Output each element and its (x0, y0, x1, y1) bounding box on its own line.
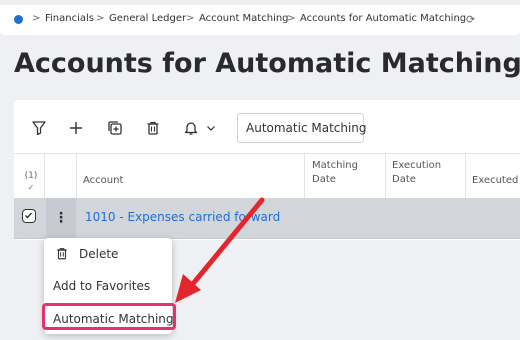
menu-item-delete[interactable]: Delete (44, 240, 172, 268)
highlight-box (42, 303, 176, 330)
chevron-right-icon: > (186, 13, 195, 24)
bell-icon[interactable] (182, 118, 200, 138)
table-header: (1) ✓ Account Matching Date Execution Da… (14, 153, 520, 199)
row-actions-button[interactable]: ⋮ (46, 198, 76, 238)
breadcrumb-item-account-matching[interactable]: Account Matching (199, 13, 289, 24)
chevron-right-icon: > (96, 13, 105, 24)
table-row[interactable]: ⋮ 1010 - Expenses carried forward (14, 198, 520, 239)
menu-item-add-to-favorites-label: Add to Favorites (53, 279, 151, 293)
breadcrumb-item-financials[interactable]: Financials (45, 13, 94, 24)
trash-icon (55, 246, 69, 264)
column-header-execution-date-line1: Execution (392, 160, 442, 171)
column-divider (304, 154, 305, 199)
column-divider (385, 154, 386, 199)
breadcrumb: > Financials > General Ledger > Account … (0, 5, 520, 35)
column-header-matching-date-line2: Date (312, 174, 336, 185)
breadcrumb-item-current: Accounts for Automatic Matching (300, 13, 467, 24)
filter-icon[interactable] (30, 118, 48, 138)
column-header-account[interactable]: Account (83, 174, 123, 188)
column-header-matching-date-line1: Matching (312, 160, 358, 171)
search-input[interactable]: Automatic Matching (237, 113, 367, 143)
row-checkbox[interactable] (22, 209, 36, 223)
column-header-executed-by[interactable]: Executed B (472, 174, 520, 188)
chevron-right-icon: > (287, 13, 296, 24)
column-divider (44, 154, 45, 199)
chevron-down-icon[interactable] (205, 118, 217, 138)
selected-count-label: (1) (24, 171, 38, 181)
refresh-icon[interactable]: ⟳ (466, 13, 475, 26)
page-title: Accounts for Automatic Matching (14, 48, 520, 79)
column-header-execution-date[interactable]: Execution Date (392, 159, 441, 187)
home-dot-icon[interactable] (14, 15, 23, 24)
data-grid-card: Automatic Matching (1) ✓ Account Matchin… (14, 100, 520, 240)
account-link[interactable]: 1010 - Expenses carried forward (85, 210, 280, 224)
checkmark-icon (25, 212, 33, 219)
column-header-execution-date-line2: Date (392, 174, 416, 185)
breadcrumb-item-general-ledger[interactable]: General Ledger (109, 13, 186, 24)
menu-item-add-to-favorites[interactable]: Add to Favorites (44, 272, 172, 300)
trash-icon[interactable] (144, 118, 162, 138)
column-divider (76, 154, 77, 199)
check-small-icon: ✓ (27, 183, 35, 192)
column-divider (465, 154, 466, 199)
duplicate-icon[interactable] (106, 118, 124, 138)
selected-count: (1) ✓ (23, 170, 39, 194)
chevron-right-icon: > (32, 13, 41, 24)
menu-item-delete-label: Delete (79, 247, 119, 261)
column-header-matching-date[interactable]: Matching Date (312, 159, 358, 187)
add-icon[interactable] (67, 118, 85, 138)
